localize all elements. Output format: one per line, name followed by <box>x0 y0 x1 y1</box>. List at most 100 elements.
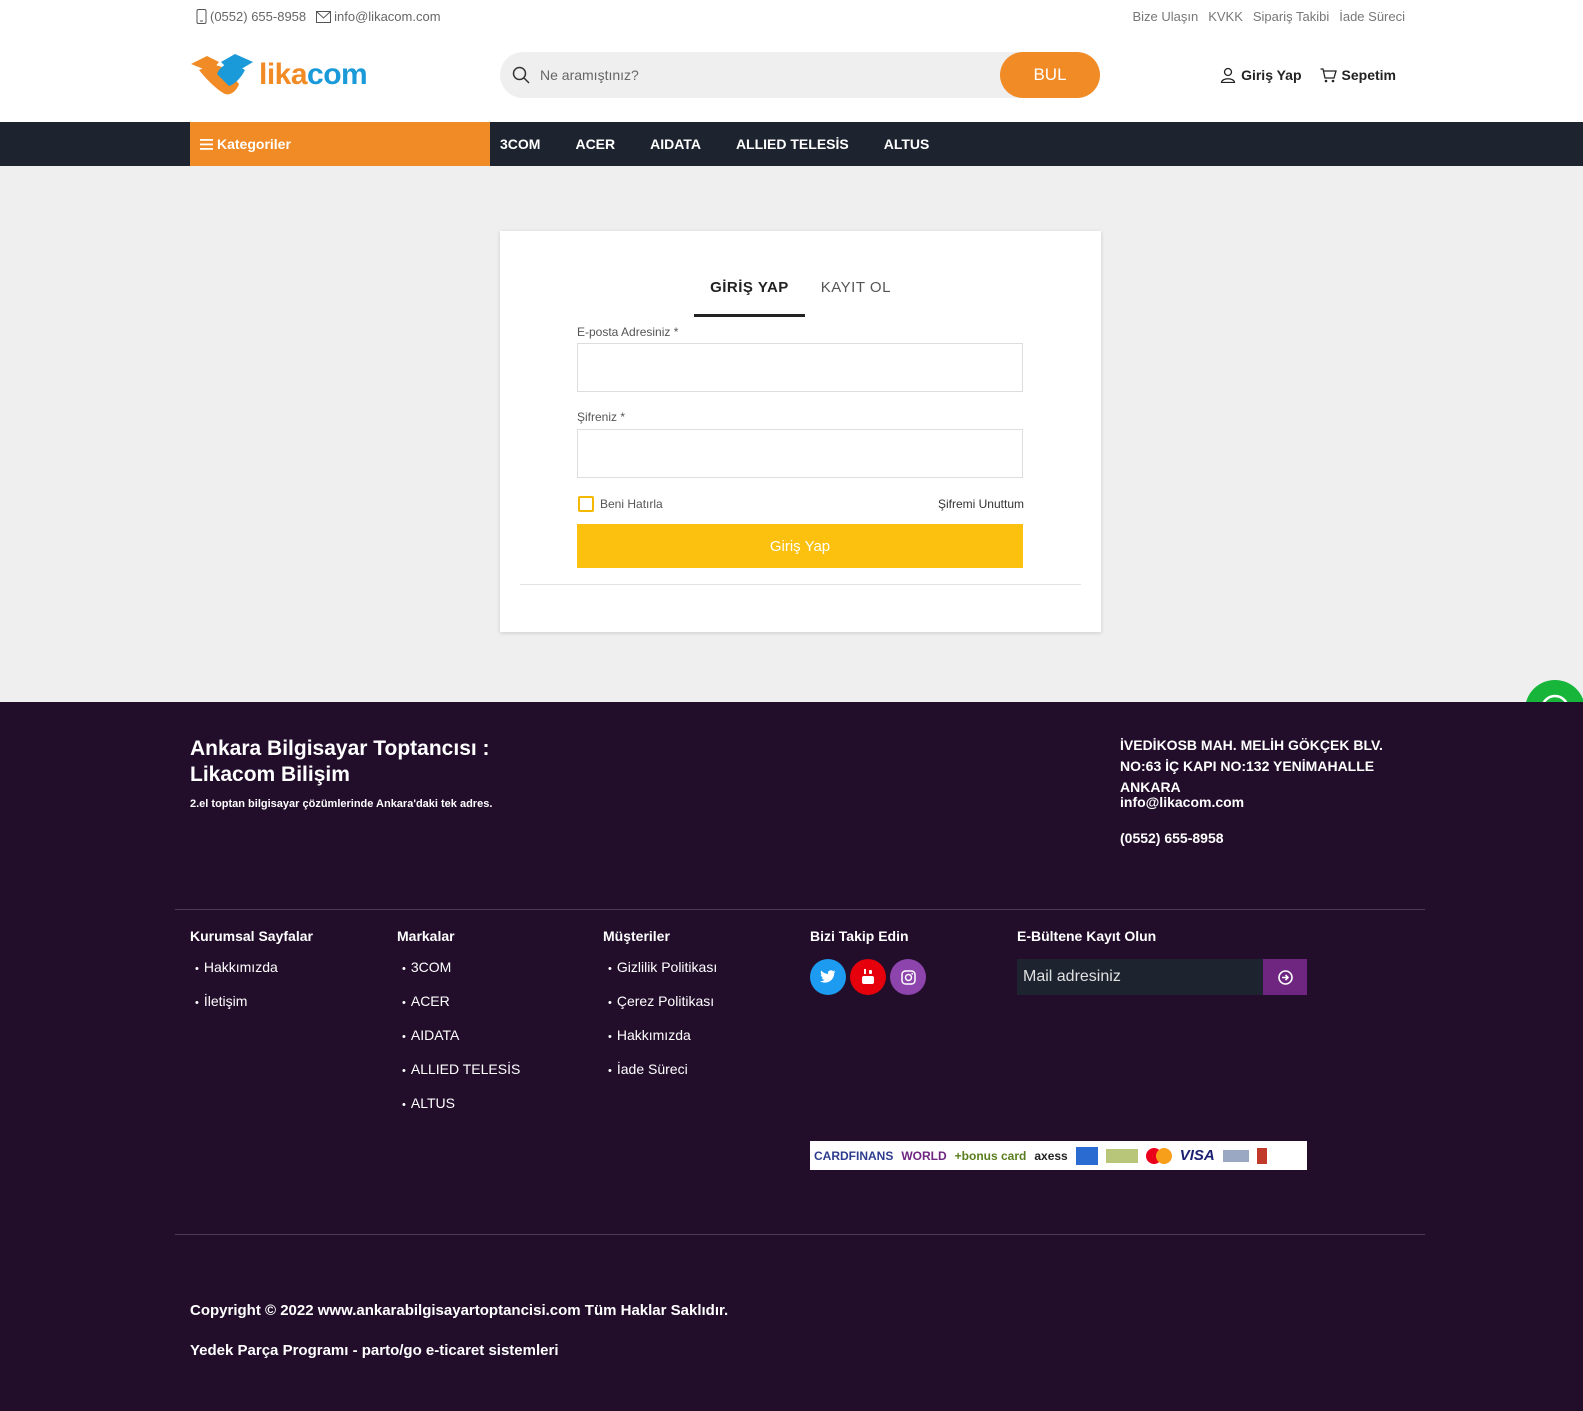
footer-link-contact[interactable]: İletişim <box>190 993 313 1027</box>
user-icon <box>1220 67 1236 83</box>
arrow-circle-right-icon <box>1277 969 1293 985</box>
tab-login[interactable]: GİRİŞ YAP <box>694 275 805 317</box>
login-link-label: Giriş Yap <box>1241 67 1302 83</box>
newsletter-form <box>1017 959 1307 995</box>
bank-logo-icon <box>1222 1149 1249 1162</box>
phone-text: (0552) 655-8958 <box>210 9 307 24</box>
newsletter-email-input[interactable] <box>1017 959 1263 995</box>
forgot-password-link[interactable]: Şifremi Unuttum <box>938 497 1024 511</box>
footer-link-allied-telesis[interactable]: ALLIED TELESİS <box>397 1061 520 1095</box>
top-links: Bize Ulaşın KVKK Sipariş Takibi İade Sür… <box>1132 9 1405 24</box>
nav-item-acer[interactable]: ACER <box>575 136 615 152</box>
categories-button[interactable]: Kategoriler <box>190 122 490 166</box>
phone-icon <box>196 9 207 24</box>
nav-item-3com[interactable]: 3COM <box>500 136 540 152</box>
youtube-icon <box>862 969 874 984</box>
cart-icon <box>1320 67 1337 82</box>
nav-item-allied-telesis[interactable]: ALLIED TELESİS <box>736 136 849 152</box>
login-link[interactable]: Giriş Yap <box>1220 67 1302 83</box>
footer-subtitle: 2.el toptan bilgisayar çözümlerinde Anka… <box>190 798 493 810</box>
card-logo-icon <box>1105 1148 1138 1163</box>
categories-label: Kategoriler <box>217 136 291 152</box>
payment-bonus: +bonus card <box>954 1148 1027 1163</box>
search-icon <box>512 66 530 84</box>
payment-visa: VISA <box>1179 1147 1215 1164</box>
brand-nav: 3COM ACER AIDATA ALLIED TELESİS ALTUS <box>500 122 929 166</box>
amex-logo-icon <box>1075 1146 1098 1165</box>
secure-logo-icon <box>1256 1147 1267 1164</box>
cart-link[interactable]: Sepetim <box>1320 67 1396 83</box>
footer-col-title: E-Bültene Kayıt Olun <box>1017 928 1157 944</box>
header: (0552) 655-8958 info@likacom.com Bize Ul… <box>0 0 1583 122</box>
toplink-contact[interactable]: Bize Ulaşın <box>1132 9 1198 24</box>
search-input[interactable] <box>530 67 1000 83</box>
email-label: E-posta Adresiniz * <box>577 325 679 339</box>
footer-link-about[interactable]: Hakkımızda <box>190 959 313 993</box>
contact-info: (0552) 655-8958 info@likacom.com <box>196 9 441 24</box>
twitter-button[interactable] <box>810 959 846 995</box>
toplink-order-tracking[interactable]: Sipariş Takibi <box>1253 9 1329 24</box>
nav-item-altus[interactable]: ALTUS <box>884 136 930 152</box>
footer-divider <box>175 909 1425 910</box>
payment-world: WORLD <box>901 1148 947 1163</box>
footer-link-returns[interactable]: İade Süreci <box>603 1061 717 1095</box>
login-submit-button[interactable]: Giriş Yap <box>577 524 1023 568</box>
search-bar: BUL <box>500 52 1100 98</box>
phone-contact[interactable]: (0552) 655-8958 <box>196 9 306 24</box>
payment-axess: axess <box>1034 1148 1068 1163</box>
footer-link-acer[interactable]: ACER <box>397 993 520 1027</box>
footer-link-about-us[interactable]: Hakkımızda <box>603 1027 717 1061</box>
password-label: Şifreniz * <box>577 410 626 424</box>
instagram-icon <box>900 969 916 985</box>
program-credit[interactable]: Yedek Parça Programı - parto/go e-ticare… <box>190 1342 558 1359</box>
footer-col-newsletter: E-Bültene Kayıt Olun <box>1017 928 1307 995</box>
footer-link-privacy[interactable]: Gizlilik Politikası <box>603 959 717 993</box>
divider <box>520 584 1081 585</box>
auth-tabs: GİRİŞ YAP KAYIT OL <box>500 275 1101 317</box>
footer-link-3com[interactable]: 3COM <box>397 959 520 993</box>
footer-link-aidata[interactable]: AIDATA <box>397 1027 520 1061</box>
tab-register[interactable]: KAYIT OL <box>805 275 907 317</box>
newsletter-submit-button[interactable] <box>1263 959 1307 995</box>
footer-col-title: Markalar <box>397 928 455 944</box>
toplink-return[interactable]: İade Süreci <box>1339 9 1405 24</box>
footer-address: İVEDİKOSB MAH. MELİH GÖKÇEK BLV. NO:63 İ… <box>1120 737 1383 795</box>
remember-label: Beni Hatırla <box>600 497 663 511</box>
search-button[interactable]: BUL <box>1000 52 1100 98</box>
payment-methods: CARDFINANS WORLD +bonus card axess VISA <box>810 1141 1307 1170</box>
copyright: Copyright © 2022 www.ankarabilgisayartop… <box>190 1302 729 1319</box>
cart-link-label: Sepetim <box>1341 67 1396 83</box>
login-card: GİRİŞ YAP KAYIT OL E-posta Adresiniz * Ş… <box>500 231 1101 632</box>
footer-col-social: Bizi Takip Edin <box>810 928 926 995</box>
main-nav: Kategoriler 3COM ACER AIDATA ALLIED TELE… <box>0 122 1583 166</box>
footer-col-title: Bizi Takip Edin <box>810 928 909 944</box>
user-links: Giriş Yap Sepetim <box>1220 67 1396 83</box>
instagram-button[interactable] <box>890 959 926 995</box>
twitter-icon <box>820 970 836 983</box>
logo[interactable]: likacom <box>189 50 368 100</box>
remember-me: Beni Hatırla <box>578 496 663 512</box>
payment-cardfinans: CARDFINANS <box>814 1148 894 1163</box>
footer-col-title: Müşteriler <box>603 928 670 944</box>
email-field[interactable] <box>577 343 1023 392</box>
remember-checkbox[interactable] <box>578 496 594 512</box>
logo-text-lika: lika <box>259 58 308 91</box>
footer-col-title: Kurumsal Sayfalar <box>190 928 313 944</box>
password-field[interactable] <box>577 429 1023 478</box>
youtube-button[interactable] <box>850 959 886 995</box>
social-links <box>810 959 926 995</box>
toplink-kvkk[interactable]: KVKK <box>1208 9 1243 24</box>
footer: Ankara Bilgisayar Toptancısı : Likacom B… <box>0 702 1583 1411</box>
footer-email[interactable]: info@likacom.com <box>1120 794 1244 810</box>
footer-link-altus[interactable]: ALTUS <box>397 1095 520 1129</box>
nav-item-aidata[interactable]: AIDATA <box>650 136 701 152</box>
footer-phone[interactable]: (0552) 655-8958 <box>1120 830 1224 846</box>
footer-col-customers: Müşteriler Gizlilik Politikası Çerez Pol… <box>603 928 717 1095</box>
mail-icon <box>316 10 332 23</box>
handshake-icon <box>191 54 253 95</box>
menu-icon <box>200 138 213 150</box>
email-contact[interactable]: info@likacom.com <box>316 9 441 24</box>
footer-link-cookies[interactable]: Çerez Politikası <box>603 993 717 1027</box>
email-text: info@likacom.com <box>334 9 441 24</box>
footer-col-corporate: Kurumsal Sayfalar Hakkımızda İletişim <box>190 928 313 1027</box>
